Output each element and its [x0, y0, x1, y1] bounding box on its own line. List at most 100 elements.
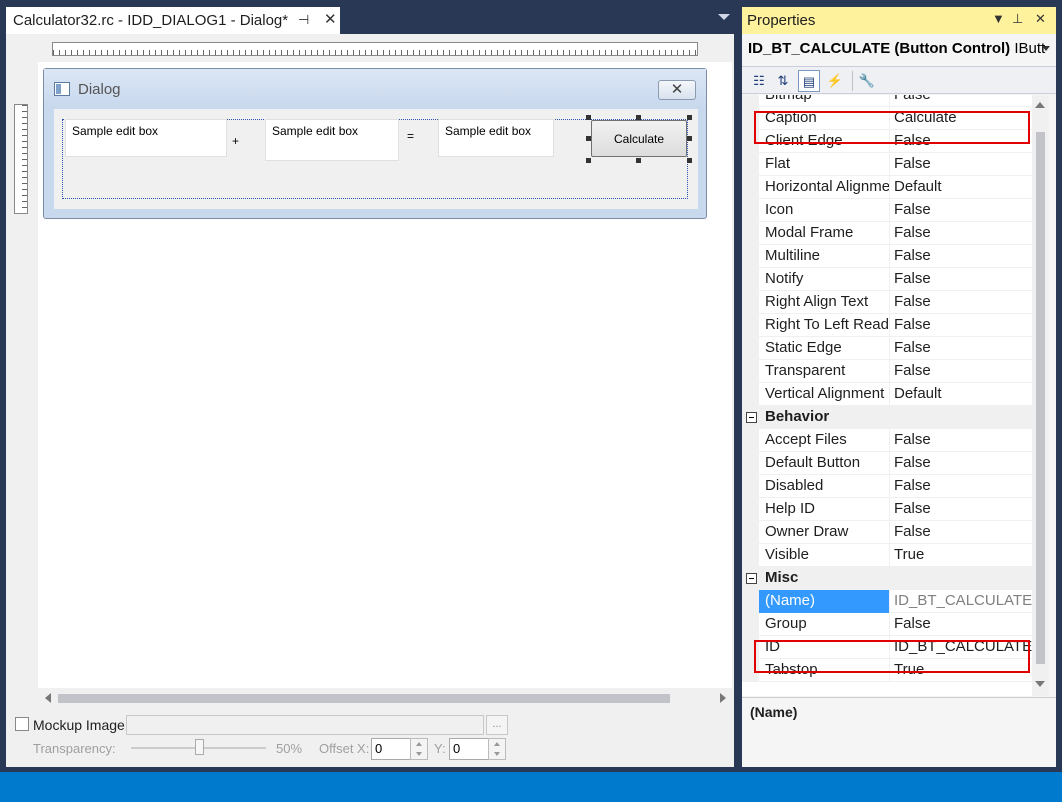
alphabetical-icon[interactable]: ⇅ [772, 70, 794, 92]
selection-handle[interactable] [687, 136, 692, 141]
property-value[interactable]: False [891, 95, 1032, 107]
property-value[interactable]: ID_BT_CALCULATE (Button Control) [891, 590, 1032, 613]
dialog-client-area[interactable]: Sample edit box + Sample edit box = Samp… [54, 109, 698, 209]
property-value[interactable]: False [891, 475, 1032, 498]
scroll-thumb[interactable] [58, 694, 670, 703]
pin-icon[interactable]: ⊥ [1012, 11, 1023, 27]
property-value[interactable]: False [891, 521, 1032, 544]
calculate-button-label: Calculate [613, 131, 665, 146]
property-row[interactable]: Static Edge False [742, 337, 1032, 360]
property-row[interactable]: Disabled False [742, 475, 1032, 498]
selection-handle[interactable] [687, 115, 692, 120]
property-value[interactable]: True [891, 544, 1032, 567]
property-row[interactable]: Notify False [742, 268, 1032, 291]
property-value[interactable]: False [891, 452, 1032, 475]
property-category[interactable]: Behavior [742, 406, 1032, 429]
properties-scrollbar[interactable] [1032, 95, 1049, 696]
property-row[interactable]: Visible True [742, 544, 1032, 567]
row-gutter [742, 291, 759, 314]
panel-dropdown-icon[interactable]: ▼ [992, 11, 1005, 26]
property-pages-icon[interactable]: 🔧 [856, 70, 878, 92]
property-value[interactable]: False [891, 314, 1032, 337]
calculate-button[interactable]: Calculate [591, 120, 687, 157]
edit-box-operand-2[interactable]: Sample edit box [265, 119, 399, 161]
property-row[interactable]: (Name)ID_BT_CALCULATE (Button Control) [742, 590, 1032, 613]
property-value[interactable]: Default [891, 383, 1032, 406]
offset-y-spinner[interactable] [488, 738, 506, 760]
scroll-thumb[interactable] [1036, 132, 1045, 664]
properties-icon[interactable]: ▤ [798, 70, 820, 92]
property-value[interactable]: False [891, 245, 1032, 268]
close-icon[interactable]: ✕ [324, 10, 337, 28]
property-value[interactable]: False [891, 268, 1032, 291]
property-value[interactable]: False [891, 360, 1032, 383]
tab-dropdown-icon[interactable] [718, 14, 730, 20]
property-row[interactable]: Owner Draw False [742, 521, 1032, 544]
property-row[interactable]: Accept Files False [742, 429, 1032, 452]
selection-handle[interactable] [586, 158, 591, 163]
horizontal-scrollbar[interactable] [38, 688, 732, 706]
scroll-right-icon[interactable] [720, 693, 726, 703]
mockup-image-checkbox[interactable] [15, 717, 29, 731]
property-value[interactable]: False [891, 153, 1032, 176]
property-description: (Name) [742, 697, 1056, 767]
property-row[interactable]: Right Align Text False [742, 291, 1032, 314]
selection-handle[interactable] [687, 158, 692, 163]
property-name: Transparent [759, 360, 890, 383]
collapse-icon[interactable] [746, 412, 757, 423]
close-icon[interactable]: ✕ [1035, 11, 1046, 27]
property-value[interactable]: False [891, 199, 1032, 222]
events-icon[interactable]: ⚡ [824, 70, 846, 92]
edit-box-result[interactable]: Sample edit box [438, 119, 554, 157]
property-value[interactable]: False [891, 613, 1032, 636]
property-value[interactable]: Default [891, 176, 1032, 199]
document-tab[interactable]: Calculator32.rc - IDD_DIALOG1 - Dialog* … [6, 7, 340, 34]
property-value[interactable]: False [891, 222, 1032, 245]
property-value[interactable]: False [891, 429, 1032, 452]
collapse-icon[interactable] [746, 573, 757, 584]
scroll-down-icon[interactable] [1035, 681, 1045, 687]
scroll-left-icon[interactable] [45, 693, 51, 703]
pin-icon[interactable]: ⊣ [298, 12, 309, 28]
object-selector[interactable]: ID_BT_CALCULATE (Button Control) IButt [748, 40, 1050, 62]
property-name: Multiline [759, 245, 890, 268]
categorized-icon[interactable]: ☷ [748, 70, 770, 92]
offset-y-field[interactable]: 0 [449, 738, 489, 760]
property-name: Help ID [759, 498, 890, 521]
property-name: Flat [759, 153, 890, 176]
mockup-image-path-field[interactable] [126, 715, 484, 735]
property-value[interactable]: False [891, 337, 1032, 360]
offset-x-field[interactable]: 0 [371, 738, 411, 760]
property-row[interactable]: Group False [742, 613, 1032, 636]
dialog-editor: Dialog ✕ Sample edit box + Sample edit b… [6, 34, 734, 767]
property-row[interactable]: Help ID False [742, 498, 1032, 521]
row-gutter [742, 153, 759, 176]
selection-handle[interactable] [636, 115, 641, 120]
property-value[interactable]: False [891, 498, 1032, 521]
property-row[interactable]: BitmapFalse [742, 95, 1032, 107]
property-row[interactable]: Icon False [742, 199, 1032, 222]
transparency-slider-thumb[interactable] [195, 739, 204, 755]
row-gutter [742, 383, 759, 406]
property-row[interactable]: Transparent False [742, 360, 1032, 383]
browse-button[interactable]: ... [486, 715, 508, 735]
property-row[interactable]: Flat False [742, 153, 1032, 176]
property-row[interactable]: Right To Left ReadingFalse [742, 314, 1032, 337]
property-category[interactable]: Misc [742, 567, 1032, 590]
property-row[interactable]: Horizontal Alignment Default [742, 176, 1032, 199]
property-value[interactable]: False [891, 291, 1032, 314]
property-grid[interactable]: BitmapFalseCaptionCalculateClient EdgeFa… [742, 95, 1032, 696]
scroll-up-icon[interactable] [1035, 102, 1045, 108]
selection-handle[interactable] [636, 158, 641, 163]
property-row[interactable]: Multiline False [742, 245, 1032, 268]
offset-x-spinner[interactable] [410, 738, 428, 760]
dialog-preview[interactable]: Dialog ✕ Sample edit box + Sample edit b… [43, 68, 707, 219]
property-row[interactable]: Default Button False [742, 452, 1032, 475]
properties-toolbar: ☷ ⇅ ▤ ⚡ 🔧 [742, 66, 1056, 94]
property-row[interactable]: Vertical Alignment Default [742, 383, 1032, 406]
selection-handle[interactable] [586, 136, 591, 141]
dialog-close-button[interactable]: ✕ [658, 80, 696, 100]
selection-handle[interactable] [586, 115, 591, 120]
edit-box-operand-1[interactable]: Sample edit box [65, 119, 227, 157]
property-row[interactable]: Modal Frame False [742, 222, 1032, 245]
